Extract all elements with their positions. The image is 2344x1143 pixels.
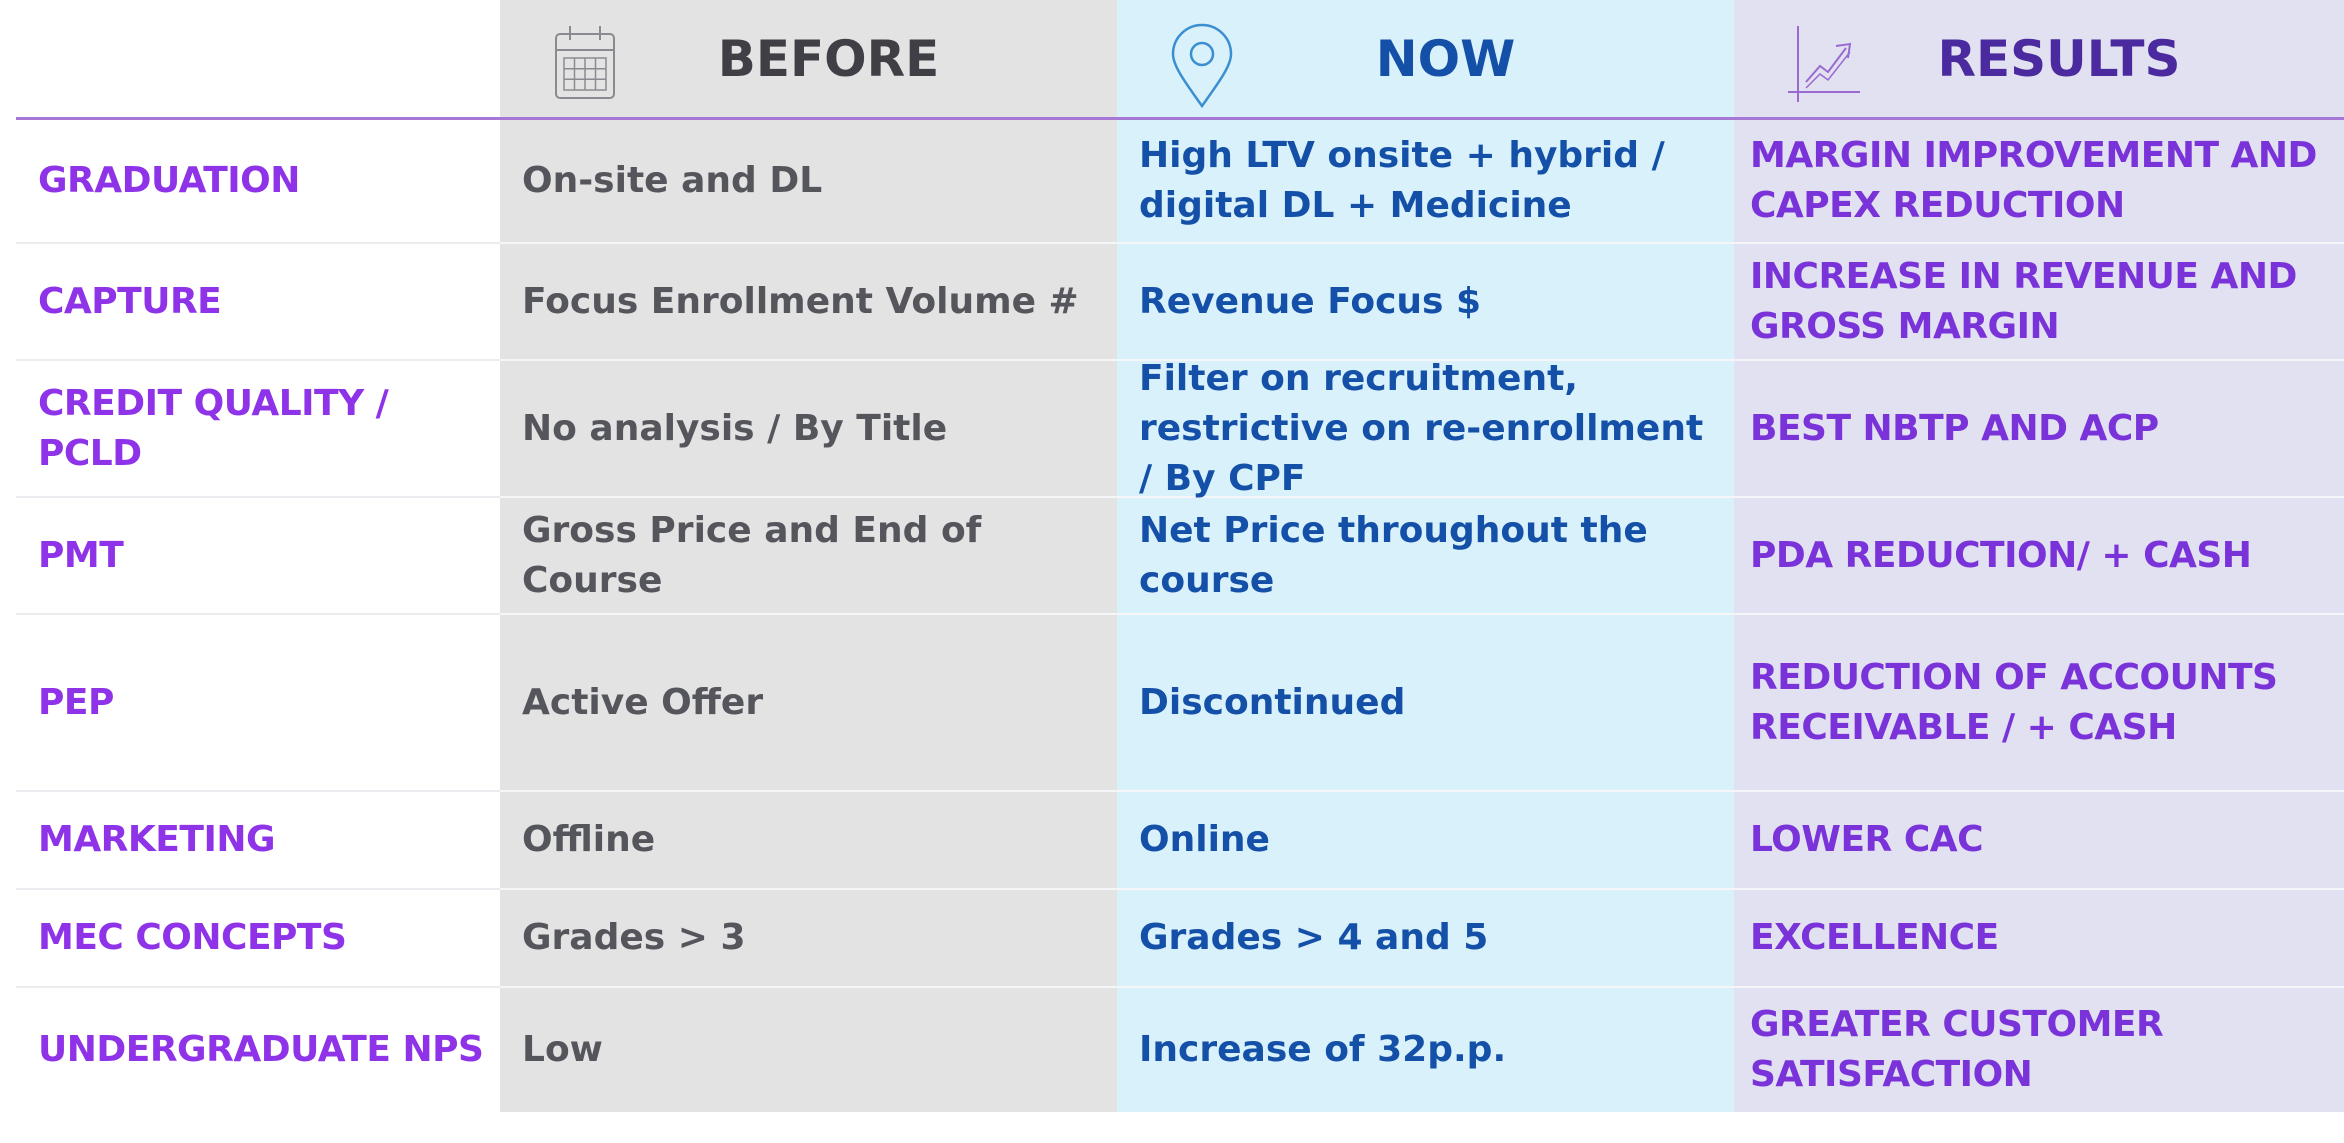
row-label-text: PMT — [38, 534, 124, 576]
now-text: Filter on recruitment, restrictive on re… — [1139, 357, 1704, 499]
results-cell: MARGIN IMPROVEMENT AND CAPEX REDUCTION — [1734, 118, 2344, 243]
results-cell: GREATER CUSTOMER SATISFACTION — [1734, 987, 2344, 1112]
row-label-text: UNDERGRADUATE NPS — [38, 1028, 484, 1070]
results-text: MARGIN IMPROVEMENT AND CAPEX REDUCTION — [1750, 134, 2317, 226]
header-before: BEFORE — [500, 0, 1117, 118]
row-label: PEP — [0, 614, 500, 791]
row-label-text: CREDIT QUALITY / PCLD — [38, 382, 389, 474]
row-label-text: CAPTURE — [38, 280, 222, 322]
before-text: Low — [522, 1028, 603, 1070]
before-cell: Focus Enrollment Volume # — [500, 243, 1117, 360]
row-label: PMT — [0, 497, 500, 614]
header-results-label: RESULTS — [1937, 30, 2181, 88]
results-text: EXCELLENCE — [1750, 917, 1999, 958]
now-cell: Grades > 4 and 5 — [1117, 889, 1734, 987]
now-text: High LTV onsite + hybrid / digital DL + … — [1139, 134, 1665, 226]
results-cell: REDUCTION OF ACCOUNTS RECEIVABLE / + CAS… — [1734, 614, 2344, 791]
before-cell: Low — [500, 987, 1117, 1112]
growth-chart-icon — [1784, 22, 1864, 118]
row-label-text: PEP — [38, 681, 114, 723]
before-cell: Active Offer — [500, 614, 1117, 791]
before-cell: Gross Price and End of Course — [500, 497, 1117, 614]
results-cell: BEST NBTP AND ACP — [1734, 360, 2344, 497]
now-cell: High LTV onsite + hybrid / digital DL + … — [1117, 118, 1734, 243]
now-text: Online — [1139, 819, 1270, 860]
before-cell: No analysis / By Title — [500, 360, 1117, 497]
row-label: MEC CONCEPTS — [0, 889, 500, 987]
results-text: REDUCTION OF ACCOUNTS RECEIVABLE / + CAS… — [1750, 656, 2278, 748]
row-label-text: MARKETING — [38, 819, 276, 860]
results-text: PDA REDUCTION/ + CASH — [1750, 534, 2252, 576]
now-text: Increase of 32p.p. — [1139, 1028, 1507, 1070]
before-text: Offline — [522, 819, 656, 860]
before-cell: On-site and DL — [500, 118, 1117, 243]
results-text: INCREASE IN REVENUE AND GROSS MARGIN — [1750, 255, 2297, 347]
now-text: Net Price throughout the course — [1139, 509, 1648, 601]
now-cell: Online — [1117, 791, 1734, 889]
before-text: No analysis / By Title — [522, 407, 948, 449]
row-label: UNDERGRADUATE NPS — [0, 987, 500, 1112]
row-label: CREDIT QUALITY / PCLD — [0, 360, 500, 497]
results-text: LOWER CAC — [1750, 819, 1984, 860]
header-now: NOW — [1117, 0, 1734, 118]
before-text: On-site and DL — [522, 159, 823, 201]
before-cell: Offline — [500, 791, 1117, 889]
location-pin-icon — [1167, 22, 1237, 124]
calendar-icon — [550, 22, 620, 116]
results-text: GREATER CUSTOMER SATISFACTION — [1750, 1003, 2164, 1095]
comparison-table: BEFORE NOW RESULTS GRADUATION On-site an… — [0, 0, 2344, 1143]
before-text: Grades > 3 — [522, 917, 746, 958]
now-cell: Discontinued — [1117, 614, 1734, 791]
row-label: MARKETING — [0, 791, 500, 889]
results-cell: PDA REDUCTION/ + CASH — [1734, 497, 2344, 614]
row-label-text: MEC CONCEPTS — [38, 917, 347, 958]
header-before-label: BEFORE — [717, 30, 940, 88]
before-text: Focus Enrollment Volume # — [522, 280, 1079, 322]
header-results: RESULTS — [1734, 0, 2344, 118]
results-cell: INCREASE IN REVENUE AND GROSS MARGIN — [1734, 243, 2344, 360]
now-text: Revenue Focus $ — [1139, 280, 1482, 322]
before-text: Active Offer — [522, 681, 764, 723]
now-cell: Revenue Focus $ — [1117, 243, 1734, 360]
row-label-text: GRADUATION — [38, 159, 300, 201]
results-cell: LOWER CAC — [1734, 791, 2344, 889]
before-cell: Grades > 3 — [500, 889, 1117, 987]
results-text: BEST NBTP AND ACP — [1750, 407, 2159, 449]
results-cell: EXCELLENCE — [1734, 889, 2344, 987]
now-cell: Net Price throughout the course — [1117, 497, 1734, 614]
row-label: CAPTURE — [0, 243, 500, 360]
now-text: Discontinued — [1139, 681, 1406, 723]
header-now-label: NOW — [1375, 30, 1516, 88]
now-text: Grades > 4 and 5 — [1139, 917, 1489, 958]
now-cell: Increase of 32p.p. — [1117, 987, 1734, 1112]
row-label: GRADUATION — [0, 118, 500, 243]
before-text: Gross Price and End of Course — [522, 509, 982, 601]
now-cell: Filter on recruitment, restrictive on re… — [1117, 358, 1734, 499]
